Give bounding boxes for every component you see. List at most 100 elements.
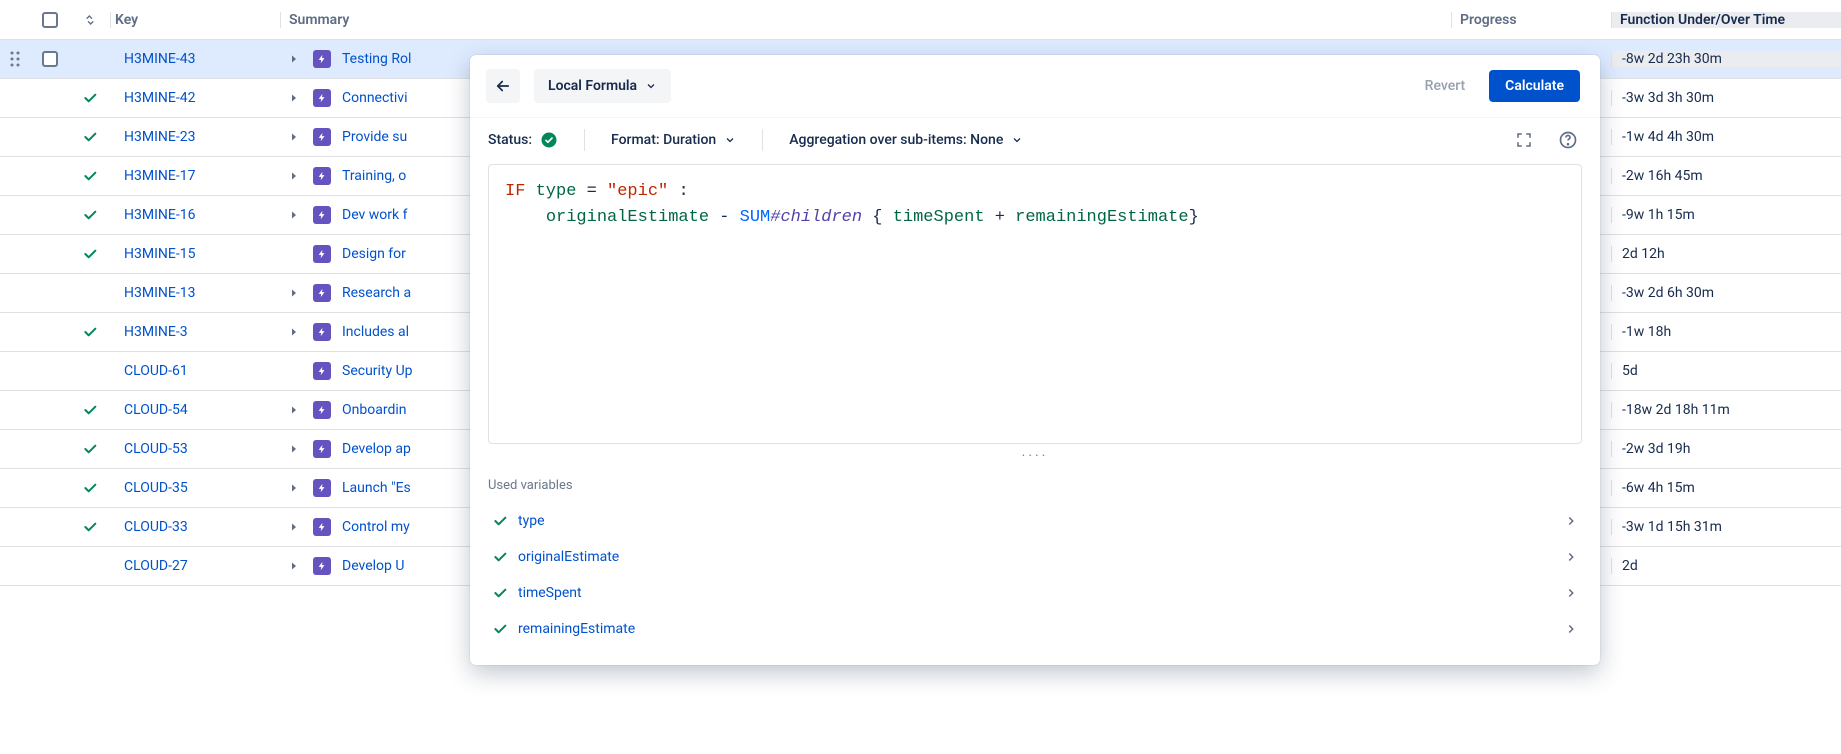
col-key-header[interactable]: Key	[110, 12, 280, 28]
formula-panel: Local Formula Revert Calculate Status: F…	[470, 55, 1600, 665]
expand-toggle[interactable]	[280, 92, 308, 104]
select-all-checkbox[interactable]	[42, 12, 58, 28]
col-func-header[interactable]: Function Under/Over Time	[1611, 12, 1841, 28]
col-checkbox-header[interactable]	[30, 12, 70, 28]
summary-link[interactable]: Security Up	[342, 363, 413, 379]
issue-key-link[interactable]: CLOUD-33	[124, 519, 188, 535]
summary-link[interactable]: Connectivi	[342, 90, 407, 106]
col-swap-header[interactable]	[70, 12, 110, 28]
issue-type-cell	[308, 245, 336, 263]
revert-button[interactable]: Revert	[1415, 78, 1476, 94]
used-variables-section: Used variables type originalEstimate tim…	[470, 472, 1600, 665]
col-summary-header[interactable]: Summary	[280, 12, 1451, 28]
issue-key-link[interactable]: H3MINE-43	[124, 51, 195, 67]
expand-toggle[interactable]	[280, 521, 308, 533]
issue-key-link[interactable]: H3MINE-15	[124, 246, 195, 262]
summary-link[interactable]: Dev work f	[342, 207, 407, 223]
epic-icon	[313, 284, 331, 302]
format-dropdown[interactable]: Format: Duration	[611, 132, 736, 148]
summary-link[interactable]: Develop U	[342, 558, 404, 574]
status-indicator: Status:	[488, 131, 558, 149]
issue-key-link[interactable]: CLOUD-53	[124, 441, 188, 457]
check-icon	[492, 621, 508, 637]
summary-link[interactable]: Research a	[342, 285, 411, 301]
expand-toggle[interactable]	[280, 131, 308, 143]
chevron-right-icon	[288, 326, 300, 338]
calculate-button[interactable]: Calculate	[1489, 70, 1580, 102]
issue-key-link[interactable]: CLOUD-35	[124, 480, 188, 496]
variable-name: timeSpent	[518, 585, 582, 601]
issue-type-cell	[308, 128, 336, 146]
issue-key-cell: H3MINE-15	[110, 246, 280, 262]
grid-header: Key Summary Progress Function Under/Over…	[0, 0, 1841, 40]
summary-link[interactable]: Control my	[342, 519, 410, 535]
variable-row[interactable]: originalEstimate	[488, 539, 1582, 575]
status-icon-cell	[70, 246, 110, 262]
check-icon	[82, 480, 98, 496]
summary-link[interactable]: Develop ap	[342, 441, 411, 457]
summary-link[interactable]: Design for	[342, 246, 406, 262]
variable-name: type	[518, 513, 545, 529]
formula-title-dropdown[interactable]: Local Formula	[534, 69, 671, 103]
summary-link[interactable]: Provide su	[342, 129, 407, 145]
issue-key-link[interactable]: H3MINE-16	[124, 207, 195, 223]
func-value-cell: -6w 4h 15m	[1611, 480, 1841, 496]
summary-link[interactable]: Onboardin	[342, 402, 406, 418]
summary-link[interactable]: Testing Rol	[342, 51, 411, 67]
chevron-right-icon	[288, 53, 300, 65]
issue-key-link[interactable]: H3MINE-42	[124, 90, 195, 106]
row-checkbox[interactable]	[30, 51, 70, 67]
variable-row[interactable]: type	[488, 503, 1582, 539]
variable-row[interactable]: timeSpent	[488, 575, 1582, 611]
resize-handle[interactable]: ····	[470, 444, 1600, 472]
variable-row[interactable]: remainingEstimate	[488, 611, 1582, 647]
summary-link[interactable]: Training, o	[342, 168, 406, 184]
help-button[interactable]	[1556, 128, 1580, 152]
formula-editor[interactable]: IF type = "epic" : originalEstimate - SU…	[488, 164, 1582, 444]
check-circle-icon	[540, 131, 558, 149]
col-progress-header[interactable]: Progress	[1451, 12, 1611, 28]
issue-key-link[interactable]: H3MINE-23	[124, 129, 195, 145]
issue-key-link[interactable]: H3MINE-13	[124, 285, 195, 301]
epic-icon	[313, 50, 331, 68]
issue-key-link[interactable]: CLOUD-54	[124, 402, 188, 418]
epic-icon	[313, 89, 331, 107]
aggregation-dropdown[interactable]: Aggregation over sub-items: None	[789, 132, 1023, 148]
aggregation-label: Aggregation over sub-items: None	[789, 132, 1003, 148]
expand-toggle[interactable]	[280, 560, 308, 572]
expand-toggle[interactable]	[280, 326, 308, 338]
expand-toggle[interactable]	[280, 170, 308, 182]
func-value-cell: 2d 12h	[1611, 246, 1841, 262]
status-icon-cell	[70, 519, 110, 535]
used-variables-title: Used variables	[488, 478, 1582, 493]
status-icon-cell	[70, 441, 110, 457]
func-value-cell: -3w 2d 6h 30m	[1611, 285, 1841, 301]
issue-type-cell	[308, 323, 336, 341]
chevron-down-icon	[724, 134, 736, 146]
status-icon-cell	[70, 168, 110, 184]
chevron-right-icon	[1564, 514, 1578, 528]
expand-toggle[interactable]	[280, 404, 308, 416]
drag-handle-icon[interactable]	[0, 51, 30, 67]
expand-toggle[interactable]	[280, 287, 308, 299]
summary-link[interactable]: Launch "Es	[342, 480, 411, 496]
expand-toggle[interactable]	[280, 209, 308, 221]
issue-key-link[interactable]: H3MINE-3	[124, 324, 188, 340]
issue-key-link[interactable]: CLOUD-27	[124, 558, 188, 574]
chevron-right-icon	[288, 170, 300, 182]
back-button[interactable]	[486, 69, 520, 103]
fullscreen-button[interactable]	[1512, 128, 1536, 152]
summary-link[interactable]: Includes al	[342, 324, 409, 340]
expand-toggle[interactable]	[280, 482, 308, 494]
expand-toggle[interactable]	[280, 53, 308, 65]
check-icon	[82, 168, 98, 184]
expand-toggle[interactable]	[280, 443, 308, 455]
check-icon	[82, 207, 98, 223]
issue-key-link[interactable]: H3MINE-17	[124, 168, 195, 184]
func-value-cell: -2w 16h 45m	[1611, 168, 1841, 184]
func-value-cell: -1w 18h	[1611, 324, 1841, 340]
chevron-right-icon	[288, 131, 300, 143]
issue-type-cell	[308, 557, 336, 575]
issue-type-cell	[308, 284, 336, 302]
issue-key-link[interactable]: CLOUD-61	[124, 363, 188, 379]
